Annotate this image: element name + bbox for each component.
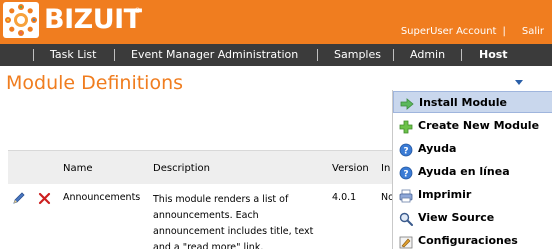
help-icon: ? (399, 142, 413, 157)
table-header: Name Description Version In (8, 150, 428, 184)
column-header-description[interactable]: Description (153, 163, 210, 174)
menu-item-configuraciones[interactable]: Configuraciones (393, 230, 552, 249)
main-nav: Task List Event Manager Administration S… (0, 44, 552, 66)
logo-text: BIZUIT (44, 4, 142, 35)
online-help-icon: ? (399, 165, 413, 180)
nav-item-event-manager[interactable]: Event Manager Administration (131, 44, 298, 66)
menu-item-ayuda-en-linea[interactable]: ? Ayuda en línea (393, 161, 552, 183)
logo[interactable]: BIZUIT ® (0, 0, 150, 44)
nav-separator (33, 49, 34, 61)
delete-x-icon[interactable] (38, 190, 51, 209)
nav-item-samples[interactable]: Samples (334, 44, 381, 66)
logo-sun-icon (3, 2, 39, 38)
action-menu-chevron-icon[interactable] (515, 80, 523, 85)
column-header-installed[interactable]: In (381, 163, 390, 174)
module-name[interactable]: Announcements (63, 192, 140, 203)
logo-registered-mark: ® (134, 7, 141, 15)
menu-item-install-module[interactable]: Install Module (393, 91, 552, 113)
menu-item-ayuda[interactable]: ? Ayuda (393, 138, 552, 160)
menu-item-label: Configuraciones (418, 234, 518, 247)
nav-item-admin[interactable]: Admin (410, 44, 445, 66)
nav-item-host[interactable]: Host (479, 44, 508, 66)
column-header-version[interactable]: Version (332, 163, 369, 174)
menu-item-label: View Source (418, 211, 495, 224)
module-version: 4.0.1 (332, 192, 357, 203)
nav-separator (461, 49, 462, 61)
menu-item-label: Create New Module (418, 119, 540, 132)
nav-separator (317, 49, 318, 61)
header-bar: BIZUIT ® SuperUser Account | Salir (0, 0, 552, 44)
nav-separator (114, 49, 115, 61)
menu-item-imprimir[interactable]: Imprimir (393, 184, 552, 206)
svg-text:?: ? (403, 147, 408, 157)
module-definitions-table: Name Description Version In Announcement… (8, 150, 428, 249)
svg-text:?: ? (403, 170, 408, 180)
module-description: This module renders a list of announceme… (153, 194, 314, 249)
page-title: Module Definitions (6, 72, 184, 94)
settings-icon (399, 234, 413, 249)
column-header-name[interactable]: Name (63, 163, 93, 174)
menu-item-label: Ayuda en línea (418, 165, 510, 178)
menu-item-view-source[interactable]: View Source (393, 207, 552, 229)
menu-item-label: Ayuda (418, 142, 457, 155)
magnifier-icon (399, 211, 413, 226)
user-links: SuperUser Account | Salir (401, 26, 544, 37)
user-links-separator: | (502, 26, 506, 37)
menu-item-label: Install Module (419, 96, 507, 109)
nav-item-task-list[interactable]: Task List (50, 44, 96, 66)
logout-link[interactable]: Salir (522, 26, 544, 37)
print-icon (399, 188, 413, 203)
menu-item-label: Imprimir (418, 188, 472, 201)
install-arrow-icon (400, 96, 414, 110)
account-link[interactable]: SuperUser Account (401, 26, 497, 37)
menu-item-create-new-module[interactable]: Create New Module (393, 115, 552, 137)
nav-separator (393, 49, 394, 61)
plus-icon (399, 119, 413, 134)
edit-pencil-icon[interactable] (12, 190, 26, 209)
action-menu: Install Module Create New Module ? Ayuda… (392, 90, 552, 249)
